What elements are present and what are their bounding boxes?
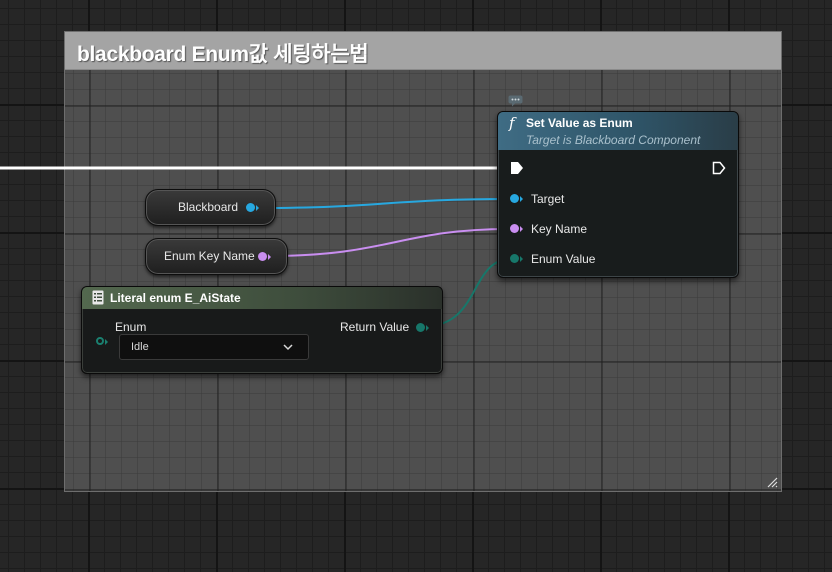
enum-value-pin-label: Enum Value xyxy=(531,252,596,266)
enum-input-pin[interactable] xyxy=(96,337,104,345)
enum-value-pin-arrow-icon xyxy=(520,256,523,262)
enum-key-name-label: Enum Key Name xyxy=(164,249,255,263)
enum-key-name-pin-arrow-icon xyxy=(268,254,271,260)
enum-value-dropdown[interactable]: Idle xyxy=(119,334,309,360)
exec-output-pin[interactable] xyxy=(712,161,726,175)
enum-value-input-pin[interactable] xyxy=(510,254,519,263)
function-node-title: Set Value as Enum xyxy=(526,116,633,130)
literal-node-header[interactable]: Literal enum E_AiState xyxy=(82,287,442,309)
blackboard-variable-label: Blackboard xyxy=(178,200,239,214)
enum-key-name-variable-node[interactable]: Enum Key Name xyxy=(145,238,288,275)
target-input-pin[interactable] xyxy=(510,194,519,203)
key-name-pin-label: Key Name xyxy=(531,222,588,236)
key-name-pin-arrow-icon xyxy=(520,226,523,232)
exec-input-pin[interactable] xyxy=(510,161,524,175)
enum-selected-value: Idle xyxy=(131,341,149,353)
key-name-wire[interactable] xyxy=(267,228,512,257)
return-value-label: Return Value xyxy=(340,320,410,334)
set-value-as-enum-node[interactable]: f Set Value as Enum Target is Blackboard… xyxy=(497,111,739,278)
comment-bubble-icon[interactable] xyxy=(508,95,523,107)
function-icon: f xyxy=(509,114,515,132)
blackboard-pin-arrow-icon xyxy=(256,205,259,211)
function-node-subtitle: Target is Blackboard Component xyxy=(526,133,701,147)
blackboard-wire[interactable] xyxy=(257,198,512,209)
return-value-pin-arrow-icon xyxy=(426,325,429,331)
enum-literal-icon xyxy=(92,290,104,305)
target-pin-label: Target xyxy=(531,192,565,206)
literal-enum-node[interactable]: Literal enum E_AiState Enum Idle Return … xyxy=(81,286,443,374)
target-pin-arrow-icon xyxy=(520,196,523,202)
enum-input-pin-arrow-icon xyxy=(105,339,108,345)
enum-input-label: Enum xyxy=(115,320,147,334)
key-name-input-pin[interactable] xyxy=(510,224,519,233)
blackboard-output-pin[interactable] xyxy=(246,203,255,212)
enum-key-name-output-pin[interactable] xyxy=(258,252,267,261)
return-value-output-pin[interactable] xyxy=(416,323,425,332)
function-node-header[interactable]: f Set Value as Enum Target is Blackboard… xyxy=(498,112,738,150)
literal-node-title: Literal enum E_AiState xyxy=(110,291,241,305)
chevron-down-icon xyxy=(283,344,293,351)
blackboard-variable-node[interactable]: Blackboard xyxy=(145,189,276,226)
